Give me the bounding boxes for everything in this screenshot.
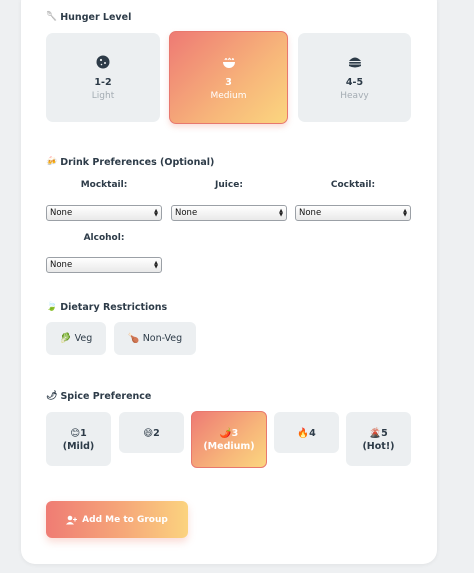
juice-select-value: None [175, 208, 198, 218]
spice-num: 3 [231, 428, 239, 439]
spice-label: (Medium) [203, 441, 255, 452]
cocktail-label: Cocktail: [330, 180, 376, 190]
spice-label: (Mild) [62, 441, 95, 452]
spice-option-5[interactable]: 🌋5 (Hot!) [346, 412, 411, 466]
spice-num: 5 [381, 428, 388, 439]
drinks-section-title: 🍻 Drink Preferences (Optional) [46, 157, 214, 168]
fire-icon: 🔥 [297, 428, 310, 439]
alcohol-select-value: None [50, 260, 73, 270]
diet-option-label: Veg [74, 333, 93, 344]
diet-option-label: Non-Veg [142, 333, 183, 344]
spice-section-title: 🌶 Spice Preference [46, 391, 151, 402]
spice-option-1[interactable]: 😊1 (Mild) [46, 412, 111, 466]
spice-num: 2 [153, 428, 160, 439]
hunger-section-title: 🥄 Hunger Level [46, 12, 131, 23]
smile-icon: 😊 [70, 428, 81, 439]
add-button-label: Add Me to Group [82, 514, 168, 525]
hunger-value: 4-5 [345, 77, 364, 88]
chili-icon: 🌶️ [219, 428, 232, 439]
alcohol-select[interactable]: None ▲ ▼ [46, 257, 162, 273]
cocktail-select[interactable]: None ▲ ▼ [295, 205, 411, 221]
hunger-label: Medium [210, 91, 247, 101]
diet-option-non-veg[interactable]: 🍗 Non-Veg [114, 322, 196, 355]
spice-num: 1 [80, 428, 87, 439]
drumstick-icon: 🍗 [127, 333, 140, 344]
cookie-icon [96, 55, 110, 69]
juice-select[interactable]: None ▲ ▼ [171, 205, 287, 221]
spice-title-text: Spice Preference [60, 391, 152, 402]
mocktail-label: Mocktail: [80, 180, 128, 190]
hunger-value: 1-2 [94, 77, 112, 88]
select-arrows-icon: ▲ ▼ [403, 208, 407, 218]
hunger-title-text: Hunger Level [60, 12, 132, 23]
mocktail-select[interactable]: None ▲ ▼ [46, 205, 162, 221]
hunger-option-medium[interactable]: 3 Medium [169, 31, 288, 124]
cocktail-select-value: None [299, 208, 322, 218]
alcohol-label: Alcohol: [83, 233, 125, 243]
hunger-option-light[interactable]: 1-2 Light [46, 33, 160, 122]
hunger-label: Light [91, 91, 115, 101]
select-arrows-icon: ▲ ▼ [154, 208, 158, 218]
spice-option-3[interactable]: 🌶️3 (Medium) [191, 411, 267, 468]
binoculars-icon: 🍻 [46, 157, 58, 167]
spice-label: (Hot!) [362, 441, 395, 452]
dietary-title-text: Dietary Restrictions [60, 302, 168, 313]
diet-option-veg[interactable]: 🥬 Veg [46, 322, 106, 355]
hunger-option-heavy[interactable]: 4-5 Heavy [298, 33, 411, 122]
leaf-icon: 🍃 [46, 302, 58, 312]
spice-num: 4 [309, 428, 316, 439]
pepper-icon: 🌶 [46, 391, 58, 401]
hunger-label: Heavy [340, 91, 369, 101]
grin-icon: 😄 [143, 428, 154, 439]
select-arrows-icon: ▲ ▼ [154, 260, 158, 270]
spoon-icon: 🥄 [46, 12, 58, 22]
spice-option-4[interactable]: 🔥4 [274, 412, 339, 453]
drinks-title-text: Drink Preferences (Optional) [60, 157, 215, 168]
burger-icon [348, 57, 361, 68]
dietary-section-title: 🍃 Dietary Restrictions [46, 302, 167, 313]
add-user-icon [66, 515, 78, 524]
lettuce-icon: 🥬 [59, 333, 72, 344]
spice-option-2[interactable]: 😄2 [119, 412, 184, 453]
juice-label: Juice: [215, 180, 243, 190]
select-arrows-icon: ▲ ▼ [279, 208, 283, 218]
bowl-icon [222, 57, 235, 68]
hunger-value: 3 [225, 77, 232, 88]
mocktail-select-value: None [50, 208, 73, 218]
add-me-to-group-button[interactable]: Add Me to Group [46, 501, 188, 538]
volcano-icon: 🌋 [369, 428, 382, 439]
